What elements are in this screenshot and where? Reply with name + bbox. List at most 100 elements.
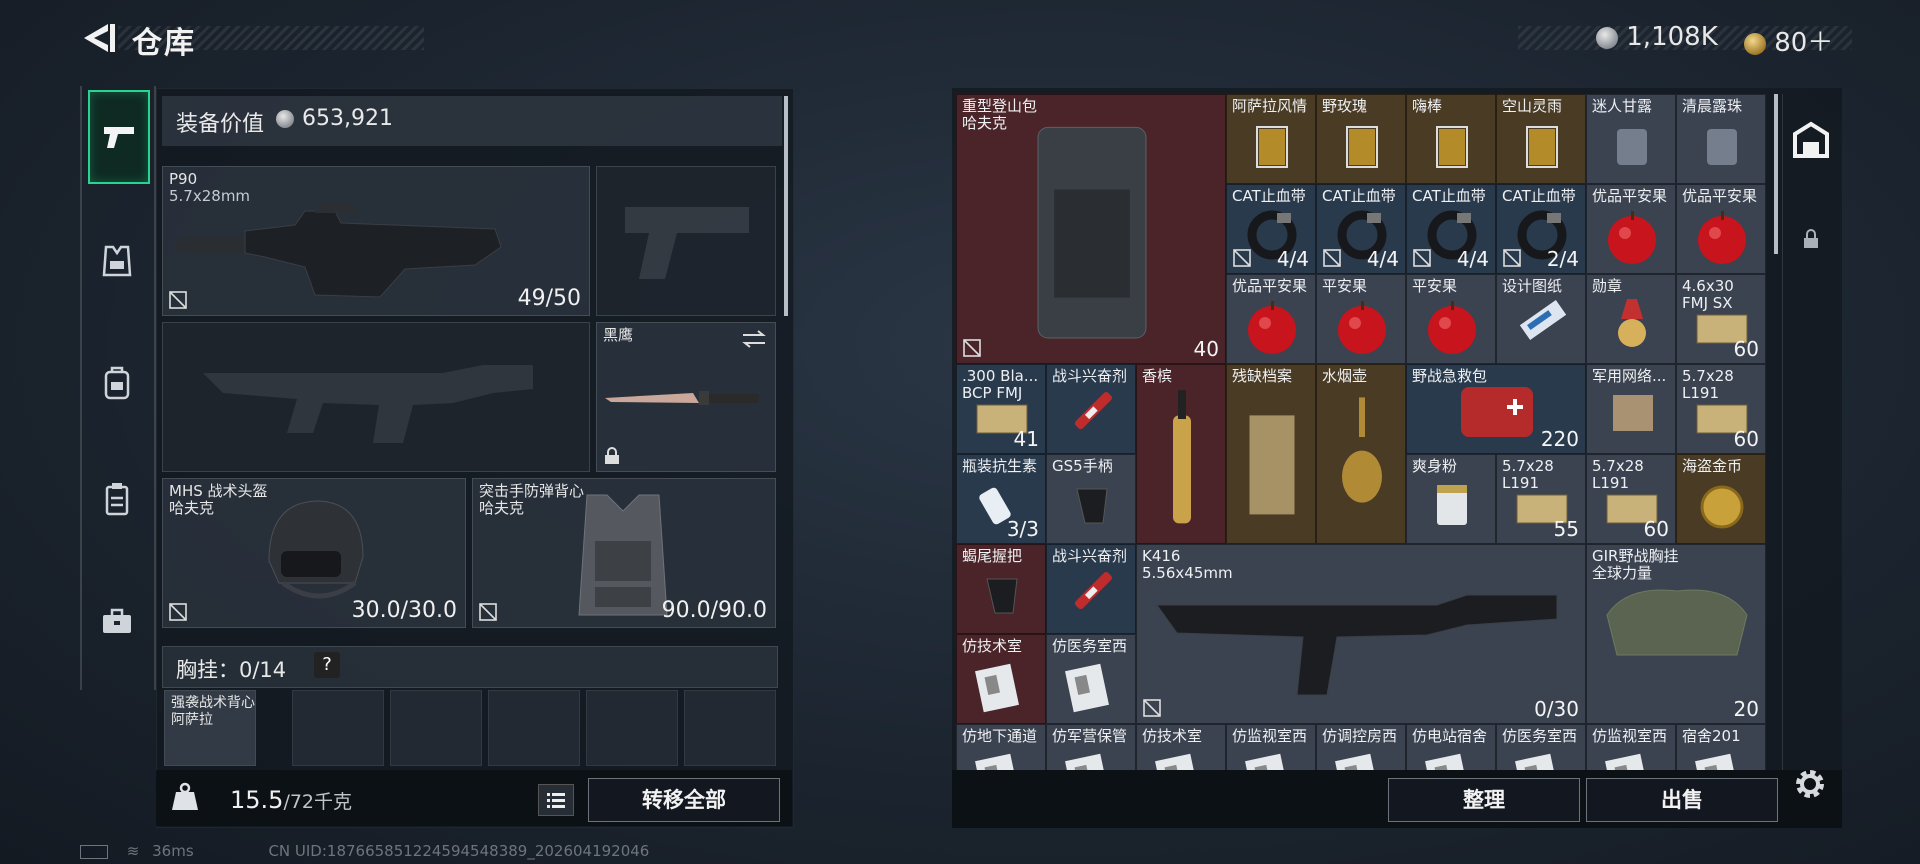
sidearm-slot[interactable] bbox=[596, 166, 776, 316]
backpack-item[interactable]: GS5手柄 bbox=[1046, 454, 1136, 544]
item-name: 军用网络... bbox=[1592, 368, 1666, 385]
chest-empty-slot[interactable] bbox=[488, 690, 580, 766]
backpack-item[interactable]: K416 5.56x45mm 0/30 bbox=[1136, 544, 1586, 724]
armor-slot[interactable]: 突击手防弹背心 哈夫克 90.0/90.0 bbox=[472, 478, 776, 628]
backpack-item[interactable]: 野战急救包 220 bbox=[1406, 364, 1586, 454]
backpack-item[interactable]: 优品平安果 bbox=[1586, 184, 1676, 274]
backpack-item[interactable]: 仿监视室西 bbox=[1586, 724, 1676, 770]
settings-icon[interactable] bbox=[1790, 764, 1830, 804]
backpack-item[interactable]: 瓶装抗生素 3/3 bbox=[956, 454, 1046, 544]
backpack-item[interactable]: 平安果 bbox=[1316, 274, 1406, 364]
backpack-item[interactable]: 野玫瑰 bbox=[1316, 94, 1406, 184]
primary-weapon-slot[interactable]: P90 5.7x28mm 49/50 bbox=[162, 166, 590, 316]
backpack-item[interactable]: 平安果 bbox=[1406, 274, 1496, 364]
item-title: 5.7x28 bbox=[1682, 367, 1734, 385]
backpack-item[interactable]: 5.7x28 L191 60 bbox=[1676, 364, 1766, 454]
currency-silver[interactable]: 1,108K bbox=[1596, 22, 1718, 52]
list-view-button[interactable] bbox=[538, 784, 574, 816]
item-title: 平安果 bbox=[1412, 277, 1458, 295]
backpack-item[interactable]: 勋章 bbox=[1586, 274, 1676, 364]
item-title: 勋章 bbox=[1592, 277, 1623, 295]
chest-rig-slot[interactable]: 强袭战术背心 阿萨拉 bbox=[164, 690, 256, 766]
backpack-item[interactable]: 清晨露珠 bbox=[1676, 94, 1766, 184]
backpack-item[interactable]: 优品平安果 bbox=[1676, 184, 1766, 274]
item-count: 2/4 bbox=[1546, 247, 1579, 271]
backpack-item[interactable]: 仿地下通道 bbox=[956, 724, 1046, 770]
chest-empty-slot[interactable] bbox=[292, 690, 384, 766]
swap-icon[interactable] bbox=[741, 329, 767, 349]
backpack-item[interactable]: 残缺档案 bbox=[1226, 364, 1316, 544]
backpack-item[interactable]: 仿医务室西 bbox=[1046, 634, 1136, 724]
backpack-item[interactable]: 迷人甘露 bbox=[1586, 94, 1676, 184]
melee-slot[interactable]: 黑鹰 bbox=[596, 322, 776, 472]
backpack-scrollbar[interactable] bbox=[1774, 94, 1778, 254]
backpack-item[interactable]: CAT止血带 4/4 bbox=[1226, 184, 1316, 274]
backpack-item[interactable]: 设计图纸 bbox=[1496, 274, 1586, 364]
backpack-item[interactable]: 5.7x28 L191 60 bbox=[1586, 454, 1676, 544]
container-icon[interactable] bbox=[1789, 118, 1833, 162]
nav-weapons[interactable] bbox=[88, 90, 150, 184]
item-name: 仿技术室 bbox=[962, 638, 1022, 655]
item-name: 4.6x30 FMJ SX bbox=[1682, 278, 1734, 312]
backpack-item[interactable]: 宿舍201 bbox=[1676, 724, 1766, 770]
item-title: 香槟 bbox=[1142, 367, 1173, 385]
item-title: 嗨棒 bbox=[1412, 97, 1443, 115]
lock-icon[interactable] bbox=[1801, 228, 1821, 250]
nav-armor[interactable] bbox=[88, 216, 146, 306]
pistol-silhouette-icon bbox=[625, 207, 749, 279]
nav-toolbox[interactable] bbox=[88, 576, 146, 666]
secondary-weapon-slot[interactable] bbox=[162, 322, 590, 472]
sell-button[interactable]: 出售 bbox=[1586, 778, 1778, 822]
backpack-item[interactable]: 爽身粉 bbox=[1406, 454, 1496, 544]
backpack-item[interactable]: .300 Bla... BCP FMJ 41 bbox=[956, 364, 1046, 454]
item-name: 香槟 bbox=[1142, 368, 1172, 385]
backpack-item[interactable]: 蝎尾握把 bbox=[956, 544, 1046, 634]
backpack-item[interactable]: 4.6x30 FMJ SX 60 bbox=[1676, 274, 1766, 364]
backpack-item[interactable]: 仿调控房西 bbox=[1316, 724, 1406, 770]
help-button[interactable]: ? bbox=[314, 652, 340, 678]
backpack-item[interactable]: GIR野战胸挂 全球力量 20 bbox=[1586, 544, 1766, 724]
item-name: 野玫瑰 bbox=[1322, 98, 1367, 115]
nav-backpack[interactable] bbox=[88, 338, 146, 428]
item-name: 蝎尾握把 bbox=[962, 548, 1022, 565]
nav-chest-rig[interactable] bbox=[88, 454, 146, 544]
transfer-all-button[interactable]: 转移全部 bbox=[588, 778, 780, 822]
p90-icon bbox=[175, 203, 502, 298]
backpack-item[interactable]: 5.7x28 L191 55 bbox=[1496, 454, 1586, 544]
chest-rig-item-title: 强袭战术背心 bbox=[171, 695, 255, 711]
backpack-item[interactable]: 仿电站宿舍 bbox=[1406, 724, 1496, 770]
backpack-item[interactable]: 水烟壶 bbox=[1316, 364, 1406, 544]
status-bar: ≋ 36ms CN UID:187665851224594548389_2026… bbox=[80, 842, 649, 860]
backpack-item[interactable]: 仿军营保管 bbox=[1046, 724, 1136, 770]
helmet-slot[interactable]: MHS 战术头盔 哈夫克 30.0/30.0 bbox=[162, 478, 466, 628]
backpack-item[interactable]: 香槟 bbox=[1136, 364, 1226, 544]
backpack-item[interactable]: 空山灵雨 bbox=[1496, 94, 1586, 184]
sort-button[interactable]: 整理 bbox=[1388, 778, 1580, 822]
back-button[interactable] bbox=[78, 18, 118, 58]
backpack-item[interactable]: 仿监视室西 bbox=[1226, 724, 1316, 770]
backpack-item[interactable]: 仿医务室西 bbox=[1496, 724, 1586, 770]
backpack-item[interactable]: 海盗金币 bbox=[1676, 454, 1766, 544]
item-name: 残缺档案 bbox=[1232, 368, 1292, 385]
item-count: 220 bbox=[1540, 427, 1579, 451]
backpack-item[interactable]: 仿技术室 bbox=[956, 634, 1046, 724]
backpack-item[interactable]: 战斗兴奋剂 bbox=[1046, 544, 1136, 634]
backpack-item[interactable]: CAT止血带 2/4 bbox=[1496, 184, 1586, 274]
item-name: 水烟壶 bbox=[1322, 368, 1367, 385]
chest-rig-capacity: 胸挂：0/14 bbox=[176, 658, 287, 682]
backpack-item[interactable]: 军用网络... bbox=[1586, 364, 1676, 454]
currency-gold[interactable]: 80＋ bbox=[1744, 22, 1833, 59]
chest-empty-slot[interactable] bbox=[390, 690, 482, 766]
backpack-item[interactable]: 重型登山包 哈夫克 40 bbox=[956, 94, 1226, 364]
chest-empty-slot[interactable] bbox=[684, 690, 776, 766]
backpack-item[interactable]: CAT止血带 4/4 bbox=[1406, 184, 1496, 274]
backpack-item[interactable]: 阿萨拉风情 bbox=[1226, 94, 1316, 184]
item-title: GS5手柄 bbox=[1052, 457, 1113, 475]
backpack-item[interactable]: CAT止血带 4/4 bbox=[1316, 184, 1406, 274]
backpack-item[interactable]: 嗨棒 bbox=[1406, 94, 1496, 184]
backpack-item[interactable]: 优品平安果 bbox=[1226, 274, 1316, 364]
backpack-item[interactable]: 仿技术室 bbox=[1136, 724, 1226, 770]
backpack-item[interactable]: 战斗兴奋剂 bbox=[1046, 364, 1136, 454]
equipment-scrollbar[interactable] bbox=[784, 96, 788, 316]
chest-empty-slot[interactable] bbox=[586, 690, 678, 766]
